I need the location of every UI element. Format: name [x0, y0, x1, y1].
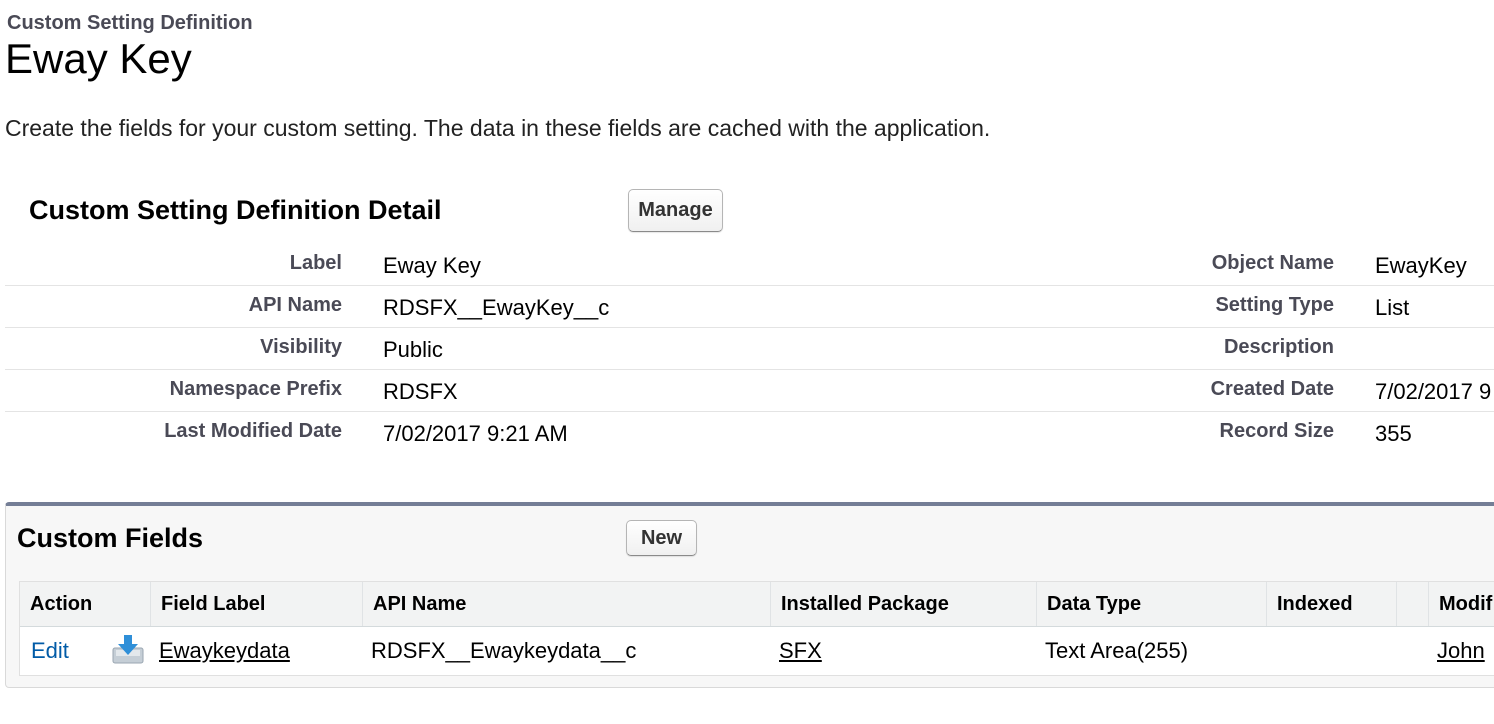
detail-section-title: Custom Setting Definition Detail: [29, 195, 442, 225]
package-install-icon: [112, 635, 144, 664]
detail-value: EwayKey: [1375, 253, 1467, 278]
detail-label: Record Size: [1219, 420, 1334, 442]
page-eyebrow: Custom Setting Definition: [7, 12, 253, 34]
detail-value: Eway Key: [383, 253, 481, 278]
column-header-indexed[interactable]: Indexed: [1266, 582, 1396, 626]
page-title: Eway Key: [5, 35, 192, 82]
detail-value: RDSFX: [383, 379, 458, 404]
column-header-api-name[interactable]: API Name: [362, 582, 770, 626]
detail-value: RDSFX__EwayKey__c: [383, 295, 610, 320]
new-field-button[interactable]: New: [626, 520, 697, 556]
data-type-cell: Text Area(255): [1045, 638, 1189, 663]
field-label-link[interactable]: Ewaykeydata: [159, 638, 290, 664]
detail-label: Created Date: [1210, 378, 1334, 400]
column-header-action[interactable]: Action: [20, 582, 150, 626]
detail-label: API Name: [248, 294, 342, 316]
table-header: Action Field Label API Name Installed Pa…: [20, 582, 1494, 627]
detail-value: 355: [1375, 421, 1412, 446]
detail-value: 7/02/2017 9: [1375, 379, 1492, 404]
detail-row: Visibility Public Description: [5, 327, 1494, 370]
column-header-installed-package[interactable]: Installed Package: [770, 582, 1036, 626]
manage-button[interactable]: Manage: [628, 189, 723, 232]
detail-label: Visibility: [260, 336, 342, 358]
detail-label: Description: [1223, 336, 1334, 358]
api-name-cell: RDSFX__Ewaykeydata__c: [371, 638, 637, 663]
detail-value: 7/02/2017 9:21 AM: [383, 421, 568, 446]
detail-label: Label: [289, 252, 342, 274]
detail-label: Setting Type: [1215, 294, 1334, 316]
modified-by-link[interactable]: John: [1437, 638, 1485, 664]
detail-label: Object Name: [1211, 252, 1334, 274]
detail-label: Last Modified Date: [164, 420, 342, 442]
edit-link[interactable]: Edit: [31, 638, 69, 664]
custom-fields-table: Action Field Label API Name Installed Pa…: [19, 581, 1494, 676]
detail-value: Public: [383, 337, 443, 362]
detail-row: Last Modified Date 7/02/2017 9:21 AM Rec…: [5, 411, 1494, 453]
detail-row: Namespace Prefix RDSFX Created Date 7/02…: [5, 369, 1494, 412]
detail-row: Label Eway Key Object Name EwayKey: [5, 243, 1494, 286]
detail-label: Namespace Prefix: [169, 378, 342, 400]
column-header-data-type[interactable]: Data Type: [1036, 582, 1266, 626]
detail-row: API Name RDSFX__EwayKey__c Setting Type …: [5, 285, 1494, 328]
installed-package-link[interactable]: SFX: [779, 638, 822, 664]
page-description: Create the fields for your custom settin…: [5, 115, 991, 141]
custom-fields-title: Custom Fields: [17, 523, 204, 553]
column-header-field-label[interactable]: Field Label: [150, 582, 362, 626]
detail-value: List: [1375, 295, 1410, 320]
column-header-blank: [1396, 582, 1428, 626]
column-header-modified-by[interactable]: Modif: [1428, 582, 1494, 626]
